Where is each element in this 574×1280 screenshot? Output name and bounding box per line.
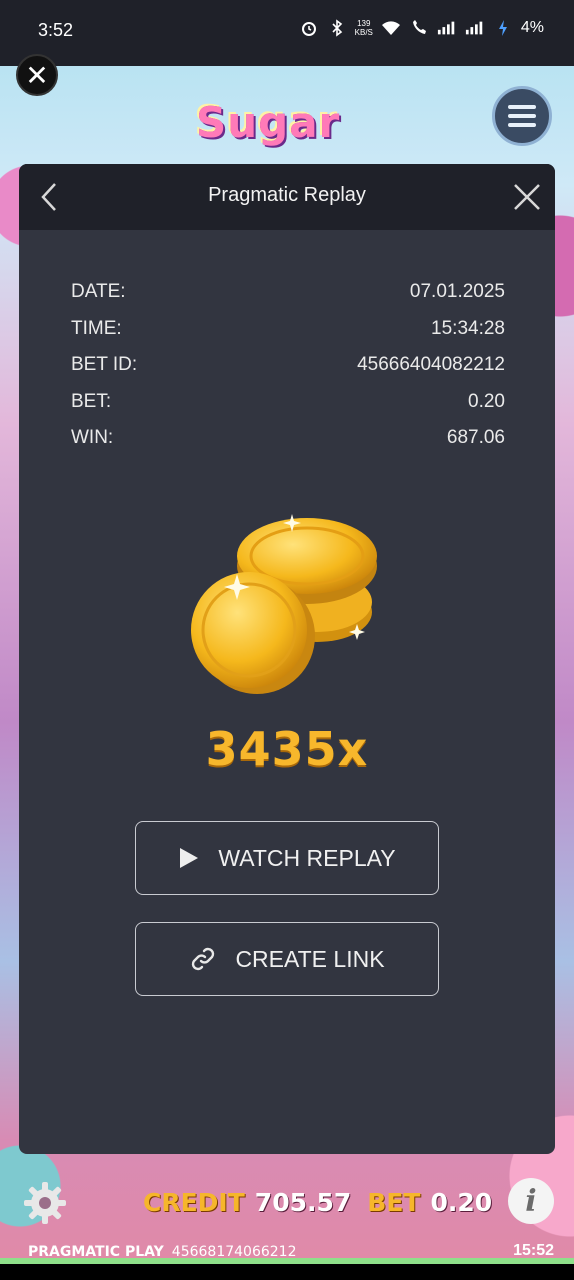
dialog-title: Pragmatic Replay [208,184,366,206]
status-bar: 3:52 139 KB/S 4% [0,0,574,66]
system-nav-bar [0,1264,574,1280]
status-icons: 139 KB/S 4% [299,18,544,38]
credit-value: 705.57 [254,1188,352,1217]
bet-value: 0.20 [430,1188,493,1217]
info-row-bet: BET: 0.20 [71,384,505,421]
call-icon [409,18,429,38]
info-value: 07.01.2025 [409,281,505,303]
info-label: TIME: [71,317,122,339]
info-row-bet-id: BET ID: 45666404082212 [71,347,505,384]
info-label: DATE: [71,281,126,303]
hamburger-menu-icon[interactable] [492,86,552,146]
wifi-icon [381,18,401,38]
create-link-button[interactable]: CREATE LINK [135,922,439,996]
network-speed: 139 KB/S [355,19,373,37]
bet-label: BET [367,1188,421,1217]
watch-replay-button[interactable]: WATCH REPLAY [135,821,439,895]
info-icon[interactable]: i [508,1178,554,1224]
info-label: BET ID: [71,354,138,376]
info-label: BET: [71,390,112,412]
signal-icon [437,18,457,38]
bluetooth-icon [327,18,347,38]
game-bottom-bar: CREDIT 705.57 BET 0.20 i PRAGMATIC PLAY 4… [0,1166,574,1260]
info-label: WIN: [71,427,114,449]
close-icon[interactable] [509,178,545,216]
gear-icon[interactable] [22,1180,68,1226]
gold-coins-icon [187,504,387,704]
play-icon [178,846,200,870]
info-row-date: DATE: 07.01.2025 [71,274,505,311]
replay-dialog: Pragmatic Replay DATE: 07.01.2025 TIME: … [19,164,555,1154]
watch-replay-label: WATCH REPLAY [218,844,396,871]
win-multiplier: 3435x [205,722,369,776]
game-close-icon[interactable]: ✕ [16,54,58,96]
info-value: 687.06 [446,427,505,449]
speed-unit: KB/S [354,28,373,37]
charging-icon [493,18,513,38]
credit-bet-row: CREDIT 705.57 BET 0.20 [143,1188,492,1217]
create-link-label: CREATE LINK [235,945,385,972]
info-value: 15:34:28 [431,317,505,339]
battery-level: 4% [520,19,544,36]
link-icon [189,945,217,973]
alarm-icon [299,18,319,38]
signal-icon-2 [465,18,485,38]
game-logo: Sugar [196,98,341,147]
info-value: 0.20 [468,390,505,412]
info-value: 45666404082212 [357,354,505,376]
status-time: 3:52 [38,20,74,40]
speed-value: 139 [357,19,371,28]
info-row-win: WIN: 687.06 [71,420,505,457]
info-row-time: TIME: 15:34:28 [71,311,505,348]
bet-info-table: DATE: 07.01.2025 TIME: 15:34:28 BET ID: … [71,274,505,457]
dialog-header: Pragmatic Replay [19,164,555,230]
credit-label: CREDIT [143,1188,245,1217]
